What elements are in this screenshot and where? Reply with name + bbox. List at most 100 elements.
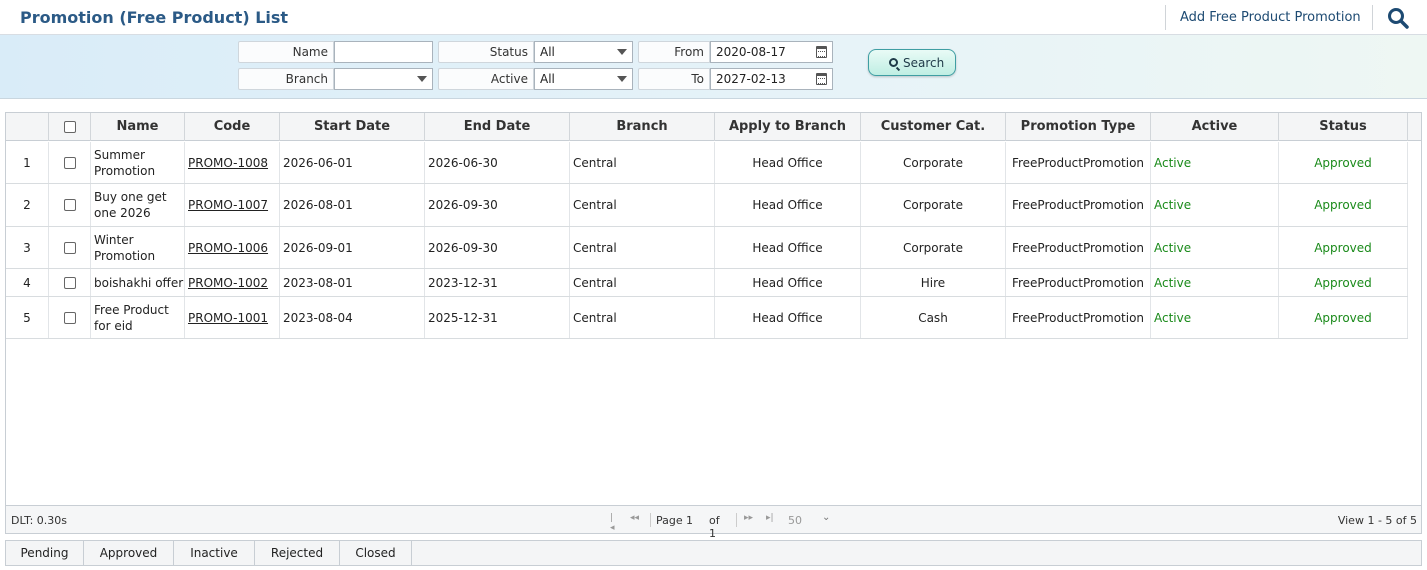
column-header-promotion-type[interactable]: Promotion Type — [1006, 113, 1151, 141]
cell-apply-to-branch-text: Head Office — [752, 240, 823, 255]
cell-branch: Central — [570, 297, 715, 338]
cell-start-date: 2026-09-01 — [280, 227, 425, 268]
from-date-value: 2020-08-17 — [716, 45, 786, 59]
to-date-value: 2027-02-13 — [716, 72, 786, 86]
column-header-start-date[interactable]: Start Date — [280, 113, 425, 141]
add-free-product-promotion-link[interactable]: Add Free Product Promotion — [1180, 10, 1361, 25]
row-number: 1 — [6, 142, 49, 183]
branch-select[interactable] — [334, 68, 433, 90]
promotion-grid: Name Code Start Date End Date Branch App… — [5, 112, 1422, 540]
table-row[interactable]: 2 Buy one get one 2026 PROMO-1007 2026-08-0… — [6, 184, 1408, 227]
cell-branch-text: Central — [573, 155, 617, 170]
cell-status-text: Approved — [1314, 155, 1372, 170]
row-checkbox[interactable] — [63, 241, 76, 254]
column-header-apply-to-branch[interactable]: Apply to Branch — [715, 113, 861, 141]
column-header-active[interactable]: Active — [1151, 113, 1279, 141]
tab-pending[interactable]: Pending — [6, 541, 84, 565]
cell-code-text[interactable]: PROMO-1002 — [188, 275, 268, 291]
cell-name-text: boishakhi offer — [94, 275, 184, 290]
cell-end-date: 2026-06-30 — [425, 142, 570, 183]
grid-footer: DLT: 0.30s |◂ ◂◂ Page 1 of 1 ▸▸ ▸| 50 ⌄ … — [6, 505, 1421, 540]
active-label: Active — [438, 68, 534, 90]
grid-header: Name Code Start Date End Date Branch App… — [6, 113, 1421, 141]
cell-code-text[interactable]: PROMO-1006 — [188, 240, 268, 256]
cell-customer-cat: Corporate — [861, 142, 1006, 183]
cell-name-text: Buy one get one 2026 — [94, 190, 167, 220]
cell-customer-cat: Cash — [861, 297, 1006, 338]
tab-approved[interactable]: Approved — [84, 541, 174, 565]
cell-customer-cat: Corporate — [861, 184, 1006, 226]
table-row[interactable]: 1 Summer Promotion PROMO-1008 2026-06-01 202… — [6, 142, 1408, 184]
cell-code-text[interactable]: PROMO-1001 — [188, 310, 268, 326]
header-divider — [1372, 5, 1373, 30]
tab-closed[interactable]: Closed — [340, 541, 412, 565]
column-header-end-date[interactable]: End Date — [425, 113, 570, 141]
cell-active: Active — [1151, 297, 1279, 338]
pager-divider — [650, 513, 651, 527]
column-header-status[interactable]: Status — [1279, 113, 1408, 141]
chevron-down-icon — [617, 76, 627, 82]
column-header-customer-cat[interactable]: Customer Cat. — [861, 113, 1006, 141]
row-number-text: 3 — [23, 240, 31, 255]
page-of-label: of 1 — [709, 514, 720, 540]
cell-code-text[interactable]: PROMO-1007 — [188, 197, 268, 213]
name-input[interactable] — [334, 41, 433, 63]
column-header-code[interactable]: Code — [185, 113, 280, 141]
last-page-icon[interactable]: ▸| — [766, 513, 774, 523]
first-page-icon[interactable]: |◂ — [610, 513, 615, 533]
search-icon[interactable] — [1386, 6, 1410, 30]
cell-status: Approved — [1279, 227, 1408, 268]
cell-promotion-type: FreeProductPromotion — [1006, 142, 1151, 183]
table-row[interactable]: 4 boishakhi offer PROMO-1002 2023-08-01 2023… — [6, 269, 1408, 297]
search-button[interactable]: Search — [868, 49, 956, 76]
cell-end-date: 2023-12-31 — [425, 269, 570, 296]
column-header-branch[interactable]: Branch — [570, 113, 715, 141]
tab-rejected[interactable]: Rejected — [255, 541, 340, 565]
cell-apply-to-branch-text: Head Office — [752, 310, 823, 325]
cell-customer-cat-text: Corporate — [903, 240, 963, 255]
table-row[interactable]: 3 Winter Promotion PROMO-1006 2026-09-01 202… — [6, 227, 1408, 269]
calendar-icon[interactable] — [816, 73, 827, 85]
row-checkbox-cell — [49, 297, 91, 338]
next-page-icon[interactable]: ▸▸ — [744, 513, 753, 523]
cell-active-text: Active — [1154, 275, 1192, 290]
table-row[interactable]: 5 Free Product for eid PROMO-1001 2023-08-0… — [6, 297, 1408, 339]
cell-end-date-text: 2025-12-31 — [428, 310, 498, 325]
cell-start-date: 2026-06-01 — [280, 142, 425, 183]
cell-promotion-type: FreeProductPromotion — [1006, 184, 1151, 226]
row-number-text: 4 — [23, 275, 31, 290]
cell-apply-to-branch-text: Head Office — [752, 155, 823, 170]
chevron-down-icon — [617, 49, 627, 55]
cell-promotion-type-text: FreeProductPromotion — [1011, 198, 1145, 212]
chevron-down-icon[interactable]: ⌄ — [822, 512, 830, 523]
prev-page-icon[interactable]: ◂◂ — [630, 513, 639, 523]
to-date-input[interactable]: 2027-02-13 — [710, 68, 833, 90]
branch-label: Branch — [238, 68, 334, 90]
status-select[interactable]: All — [534, 41, 633, 63]
select-all-checkbox[interactable] — [63, 120, 76, 133]
tab-inactive[interactable]: Inactive — [174, 541, 255, 565]
row-checkbox[interactable] — [63, 199, 76, 211]
cell-start-date: 2023-08-04 — [280, 297, 425, 338]
row-checkbox[interactable] — [63, 311, 76, 324]
cell-customer-cat: Hire — [861, 269, 1006, 296]
page-size-select[interactable]: 50 — [788, 514, 802, 527]
cell-end-date-text: 2026-09-30 — [428, 240, 498, 255]
row-checkbox[interactable] — [63, 156, 76, 169]
from-date-input[interactable]: 2020-08-17 — [710, 41, 833, 63]
cell-code-text[interactable]: PROMO-1008 — [188, 155, 268, 171]
status-label: Status — [438, 41, 534, 63]
page-input[interactable]: 1 — [686, 514, 693, 527]
cell-branch-text: Central — [573, 240, 617, 255]
pager-divider — [736, 513, 737, 527]
search-button-label: Search — [903, 56, 945, 70]
row-number-text: 2 — [23, 198, 31, 212]
active-select[interactable]: All — [534, 68, 633, 90]
cell-end-date-text: 2026-09-30 — [428, 198, 498, 212]
from-label: From — [638, 41, 710, 63]
row-checkbox[interactable] — [63, 276, 76, 289]
row-checkbox-cell — [49, 227, 91, 268]
row-number-header — [6, 113, 49, 141]
column-header-name[interactable]: Name — [91, 113, 185, 141]
calendar-icon[interactable] — [816, 46, 827, 58]
